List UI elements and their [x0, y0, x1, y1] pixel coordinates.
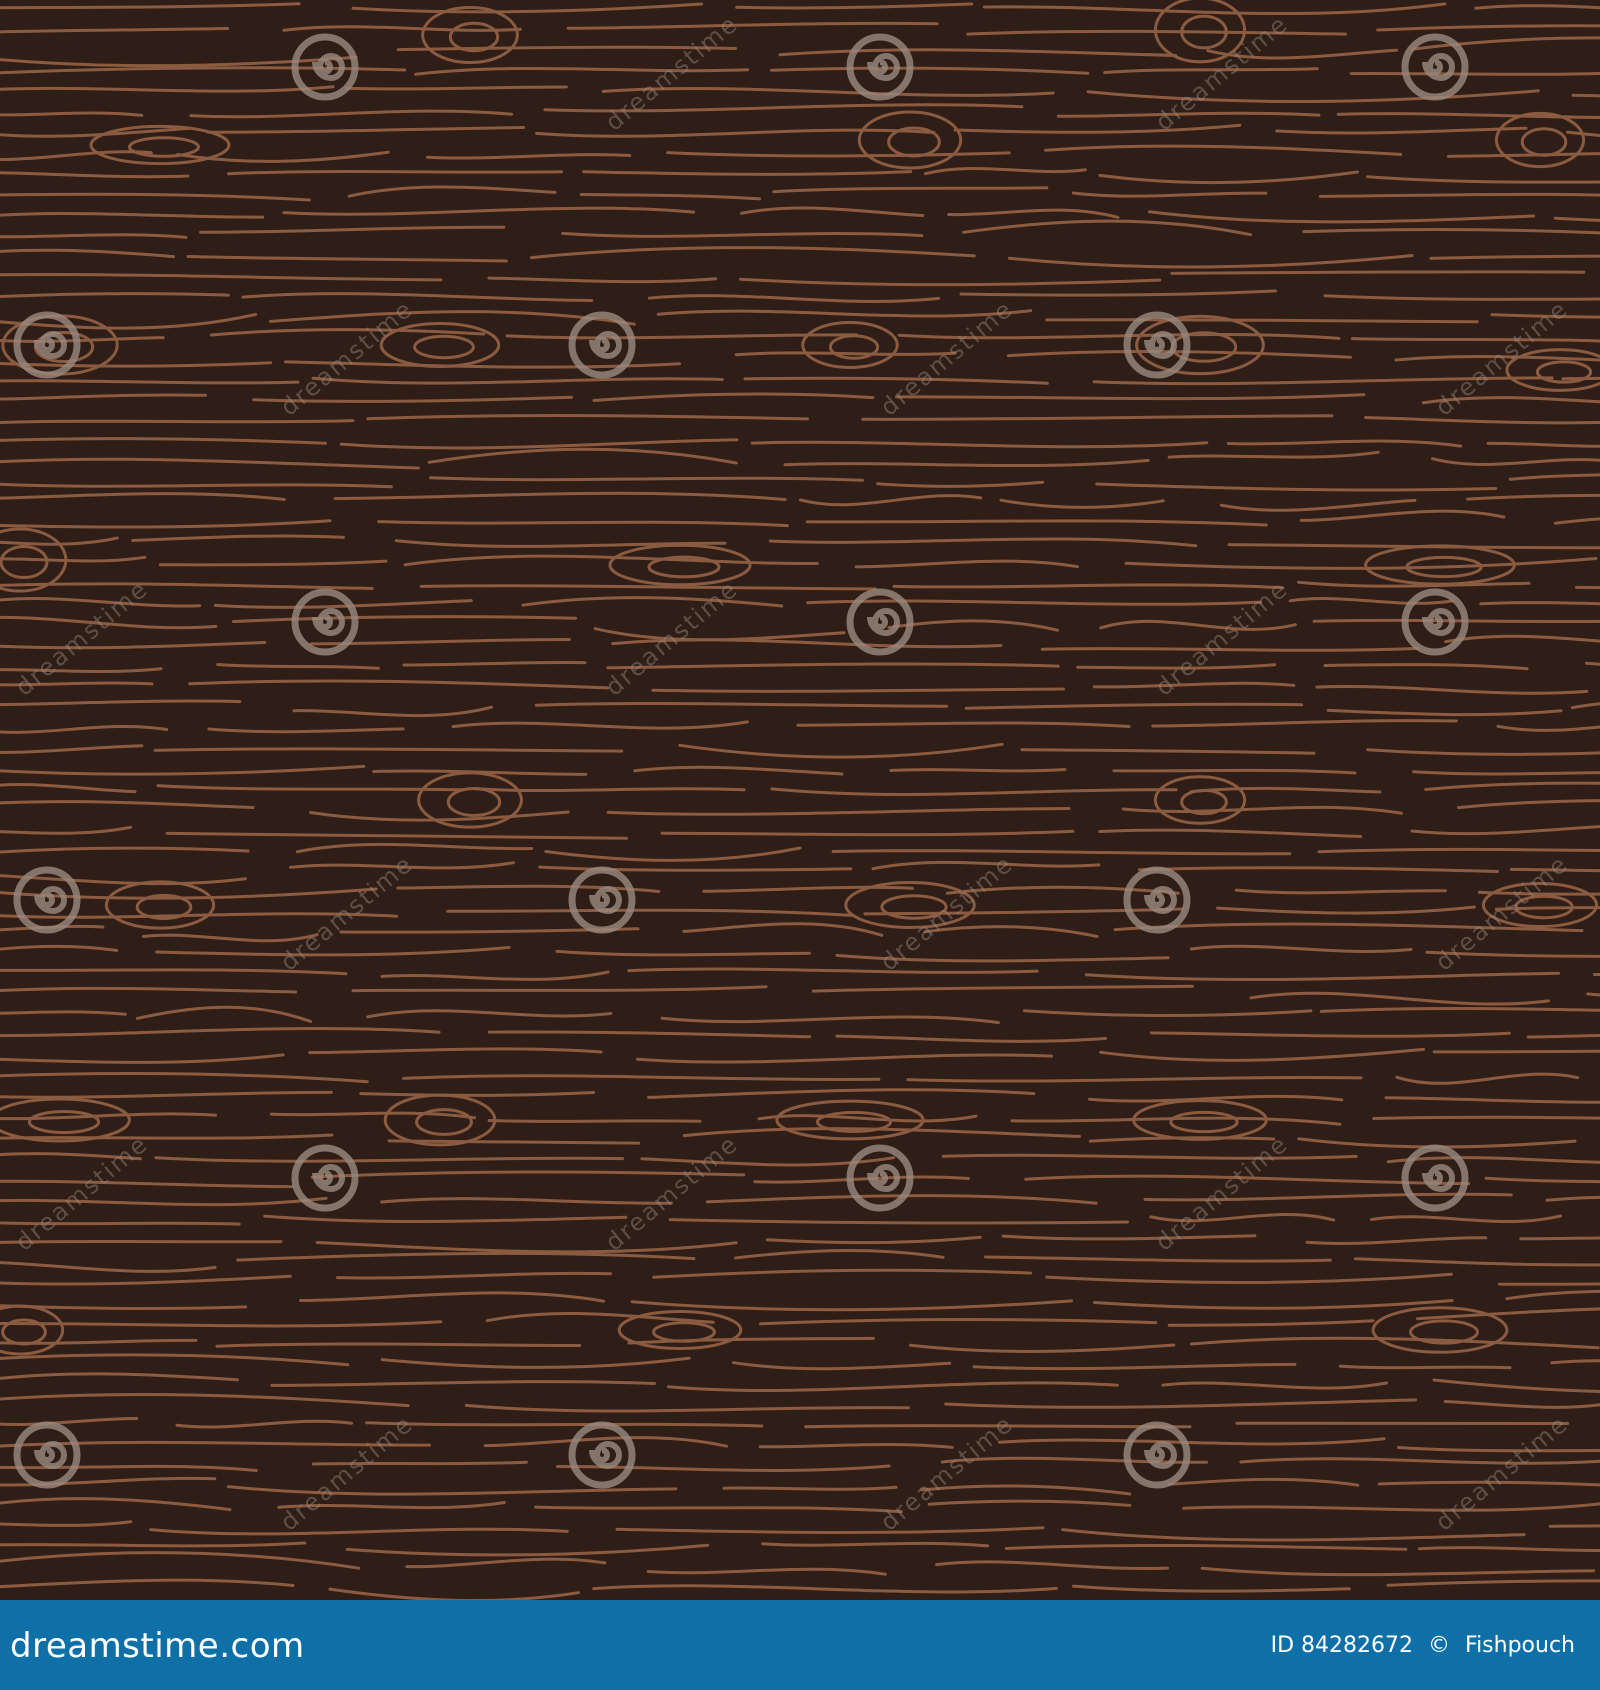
grain-line — [429, 476, 864, 482]
grain-line — [1497, 1282, 1600, 1286]
stock-image: dreamstime dreamstime dreamstime dreamstime… — [0, 0, 1600, 1690]
image-id: ID 84282672 — [1270, 1633, 1414, 1658]
footer-credit: ID 84282672 © Fishpouch — [1263, 1632, 1575, 1660]
watermark-spiral-icon — [846, 588, 914, 656]
watermark-spiral-icon — [1401, 1144, 1469, 1212]
watermark-spiral-icon — [291, 588, 359, 656]
grain-line — [1338, 1364, 1512, 1370]
grain-line — [345, 85, 568, 91]
grain-line — [1235, 1421, 1570, 1426]
watermark-spiral-icon — [13, 866, 81, 934]
watermark-spiral-icon — [291, 1144, 359, 1212]
grain-line — [1432, 1049, 1600, 1054]
grain-line — [734, 351, 957, 357]
watermark-spiral-icon — [13, 311, 81, 379]
grain-line — [0, 419, 355, 424]
watermark-spiral-icon — [846, 1144, 914, 1212]
copyright-symbol: © — [1428, 1633, 1451, 1658]
watermark-spiral-icon — [1123, 866, 1191, 934]
watermark-spiral-icon — [1123, 311, 1191, 379]
watermark-spiral-icon — [13, 1421, 81, 1489]
watermark-spiral-icon — [568, 866, 636, 934]
watermark-spiral-icon — [846, 33, 914, 101]
wood-grain-lines — [0, 0, 1600, 1600]
grain-line — [487, 1119, 702, 1123]
watermark-spiral-icon — [291, 33, 359, 101]
grain-line — [889, 768, 1067, 773]
wood-grain-texture — [0, 0, 1600, 1600]
watermark-spiral-icon — [1401, 588, 1469, 656]
author-name: Fishpouch — [1465, 1633, 1575, 1658]
footer-bar: dreamstime.com ID 84282672 © Fishpouch — [0, 1600, 1600, 1690]
watermark-spiral-icon — [568, 1421, 636, 1489]
grain-line — [1170, 270, 1586, 275]
watermark-spiral-icon — [1401, 33, 1469, 101]
footer-logo-text: dreamstime.com — [10, 1626, 305, 1666]
watermark-spiral-icon — [568, 311, 636, 379]
watermark-spiral-icon — [1123, 1421, 1191, 1489]
grain-line — [722, 1485, 898, 1491]
